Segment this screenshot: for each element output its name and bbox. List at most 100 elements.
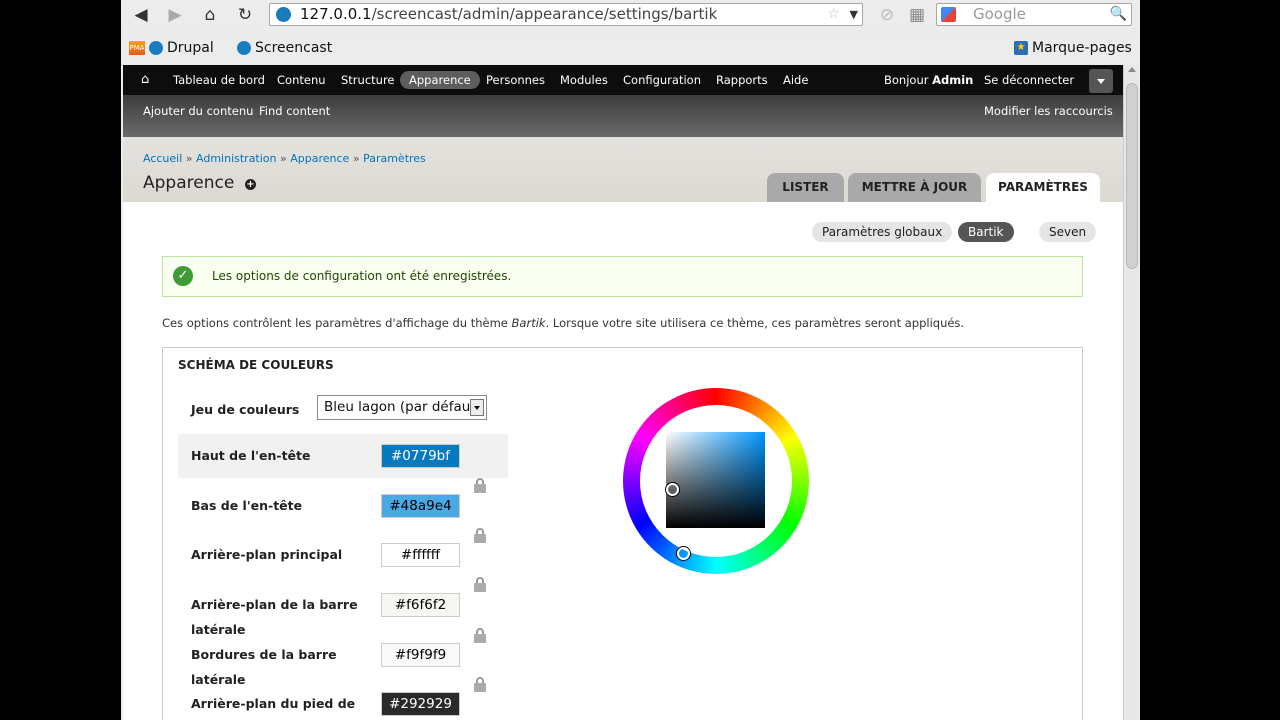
shortcut-find-content[interactable]: Find content xyxy=(259,104,330,118)
breadcrumb-home[interactable]: Accueil xyxy=(143,152,182,165)
toolbar-item-help[interactable]: Aide xyxy=(783,72,808,88)
breadcrumb-separator: » xyxy=(185,152,193,165)
tab-settings[interactable]: PARAMÈTRES xyxy=(986,173,1100,202)
lock-icon[interactable] xyxy=(474,528,486,543)
intro-after: . Lorsque votre site utilisera ce thème,… xyxy=(545,316,965,330)
color-field-row: Arrière-plan principal #ffffff xyxy=(178,533,508,577)
toolbar-item-structure[interactable]: Structure xyxy=(341,72,395,88)
home-button[interactable]: ⌂ xyxy=(198,4,222,26)
shortcuts-toggle-button[interactable] xyxy=(1089,69,1113,93)
url-history-dropdown[interactable]: ▼ xyxy=(850,4,858,25)
color-value-input[interactable]: #f6f6f2 xyxy=(381,593,460,617)
bookmarks-bar: PMA Drupal Screencast ★ Marque-pages xyxy=(121,34,1140,64)
toolbar-item-content[interactable]: Contenu xyxy=(277,72,326,88)
search-input[interactable]: Google 🔍 xyxy=(936,3,1132,26)
color-set-label: Jeu de couleurs xyxy=(191,402,300,417)
shortcut-add-content[interactable]: Ajouter du contenu xyxy=(143,104,253,118)
color-field-label: Arrière-plan du pied de xyxy=(191,696,356,711)
url-bar[interactable]: 127.0.0.1/screencast/admin/appearance/se… xyxy=(269,3,863,26)
back-arrow-icon: ◀ xyxy=(134,5,148,25)
color-value-input[interactable]: #f9f9f9 xyxy=(381,643,460,667)
site-favicon-icon xyxy=(276,7,291,22)
url-path: /screencast/admin/appearance/settings/ba… xyxy=(371,5,718,23)
shortcuts-bar: Ajouter du contenu Find content Modifier… xyxy=(123,95,1123,137)
bookmark-label: Screencast xyxy=(255,40,333,56)
subtab-seven[interactable]: Seven xyxy=(1039,222,1097,242)
lock-body xyxy=(474,583,486,592)
bookmark-screencast[interactable]: Screencast xyxy=(237,40,332,56)
scroll-up-arrow-icon[interactable] xyxy=(1128,67,1136,72)
fieldset-legend: SCHÉMA DE COULEURS xyxy=(178,358,334,372)
chevron-down-icon xyxy=(470,399,484,416)
color-set-select[interactable]: Bleu lagon (par défaut) xyxy=(317,395,487,420)
color-value-input[interactable]: #ffffff xyxy=(381,543,460,567)
color-field-row: Bas de l'en-tête #48a9e4 xyxy=(178,484,508,528)
greeting-prefix: Bonjour xyxy=(884,73,929,87)
color-value-input[interactable]: #48a9e4 xyxy=(381,494,460,518)
color-field-label: Haut de l'en-tête xyxy=(191,448,311,463)
back-button[interactable]: ◀ xyxy=(129,4,153,26)
lock-body xyxy=(474,683,486,692)
page-scrollbar[interactable] xyxy=(1123,65,1140,720)
bookmarks-menu-label: Marque-pages xyxy=(1032,40,1132,56)
lock-icon[interactable] xyxy=(474,577,486,592)
stop-button[interactable]: ⊘ xyxy=(875,4,899,26)
page-header: Accueil » Administration » Apparence » P… xyxy=(123,137,1123,202)
breadcrumb-separator: » xyxy=(352,152,360,165)
search-placeholder: Google xyxy=(973,5,1026,23)
search-icon[interactable]: 🔍 xyxy=(1110,4,1127,25)
saturation-marker[interactable] xyxy=(666,483,679,496)
user-name[interactable]: Admin xyxy=(932,73,973,87)
url-host: 127.0.0.1 xyxy=(300,5,372,23)
lock-icon[interactable] xyxy=(474,478,486,493)
breadcrumb-separator: » xyxy=(280,152,287,165)
stop-icon: ⊘ xyxy=(879,5,895,25)
color-field-row: Bordures de la barre latérale #f9f9f9 xyxy=(178,633,508,687)
breadcrumb-appearance[interactable]: Apparence xyxy=(290,152,349,165)
saturation-value-square[interactable] xyxy=(666,432,765,528)
grid-button[interactable]: ▦ xyxy=(905,4,929,26)
scroll-thumb[interactable] xyxy=(1126,83,1138,269)
home-icon: ⌂ xyxy=(204,5,216,25)
hue-marker[interactable] xyxy=(677,547,690,560)
toolbar-item-reports[interactable]: Rapports xyxy=(716,72,768,88)
reload-button[interactable]: ↻ xyxy=(233,4,257,26)
color-value-input[interactable]: #292929 xyxy=(381,692,460,716)
main-content: Paramètres globaux Bartik Seven ✓ Les op… xyxy=(123,202,1123,720)
color-picker[interactable] xyxy=(623,388,809,574)
toolbar-item-appearance[interactable]: Apparence xyxy=(400,71,480,89)
edit-shortcuts-link[interactable]: Modifier les raccourcis xyxy=(984,104,1113,118)
toolbar-item-people[interactable]: Personnes xyxy=(486,72,545,88)
breadcrumb-settings[interactable]: Paramètres xyxy=(363,152,426,165)
home-icon[interactable]: ⌂ xyxy=(141,72,149,87)
color-scheme-fieldset: SCHÉMA DE COULEURS Jeu de couleurs Bleu … xyxy=(162,347,1083,720)
intro-before: Ces options contrôlent les paramètres d'… xyxy=(162,316,512,330)
drupal-icon xyxy=(237,41,251,55)
lock-icon[interactable] xyxy=(474,677,486,692)
lock-icon[interactable] xyxy=(474,628,486,643)
bookmark-drupal[interactable]: PMA Drupal xyxy=(129,40,214,56)
add-shortcut-icon[interactable]: + xyxy=(245,179,256,190)
toolbar-item-configuration[interactable]: Configuration xyxy=(623,72,701,88)
color-field-row: Arrière-plan du pied de #292929 xyxy=(178,682,508,720)
tab-list[interactable]: LISTER xyxy=(767,173,844,202)
toolbar-item-dashboard[interactable]: Tableau de bord xyxy=(173,72,265,88)
color-value-input[interactable]: #0779bf xyxy=(381,444,460,468)
bookmarks-star-icon: ★ xyxy=(1014,41,1028,55)
breadcrumb-administration[interactable]: Administration xyxy=(196,152,277,165)
status-message: ✓ Les options de configuration ont été e… xyxy=(162,256,1083,297)
tab-update[interactable]: METTRE À JOUR xyxy=(848,173,981,202)
forward-arrow-icon: ▶ xyxy=(168,5,182,25)
google-engine-icon[interactable] xyxy=(941,7,956,22)
admin-toolbar: ⌂ Tableau de bord Contenu Structure Appa… xyxy=(123,65,1123,95)
logout-link[interactable]: Se déconnecter xyxy=(984,72,1074,88)
toolbar-item-modules[interactable]: Modules xyxy=(560,72,608,88)
forward-button[interactable]: ▶ xyxy=(163,4,187,26)
color-field-label: Arrière-plan principal xyxy=(191,547,343,562)
bookmark-label: Drupal xyxy=(167,40,214,56)
lock-body xyxy=(474,634,486,643)
bookmark-star-icon[interactable]: ☆ xyxy=(827,4,840,25)
subtab-bartik[interactable]: Bartik xyxy=(958,222,1014,242)
subtab-global-settings[interactable]: Paramètres globaux xyxy=(812,222,953,242)
bookmarks-menu[interactable]: ★ Marque-pages xyxy=(1014,40,1132,56)
